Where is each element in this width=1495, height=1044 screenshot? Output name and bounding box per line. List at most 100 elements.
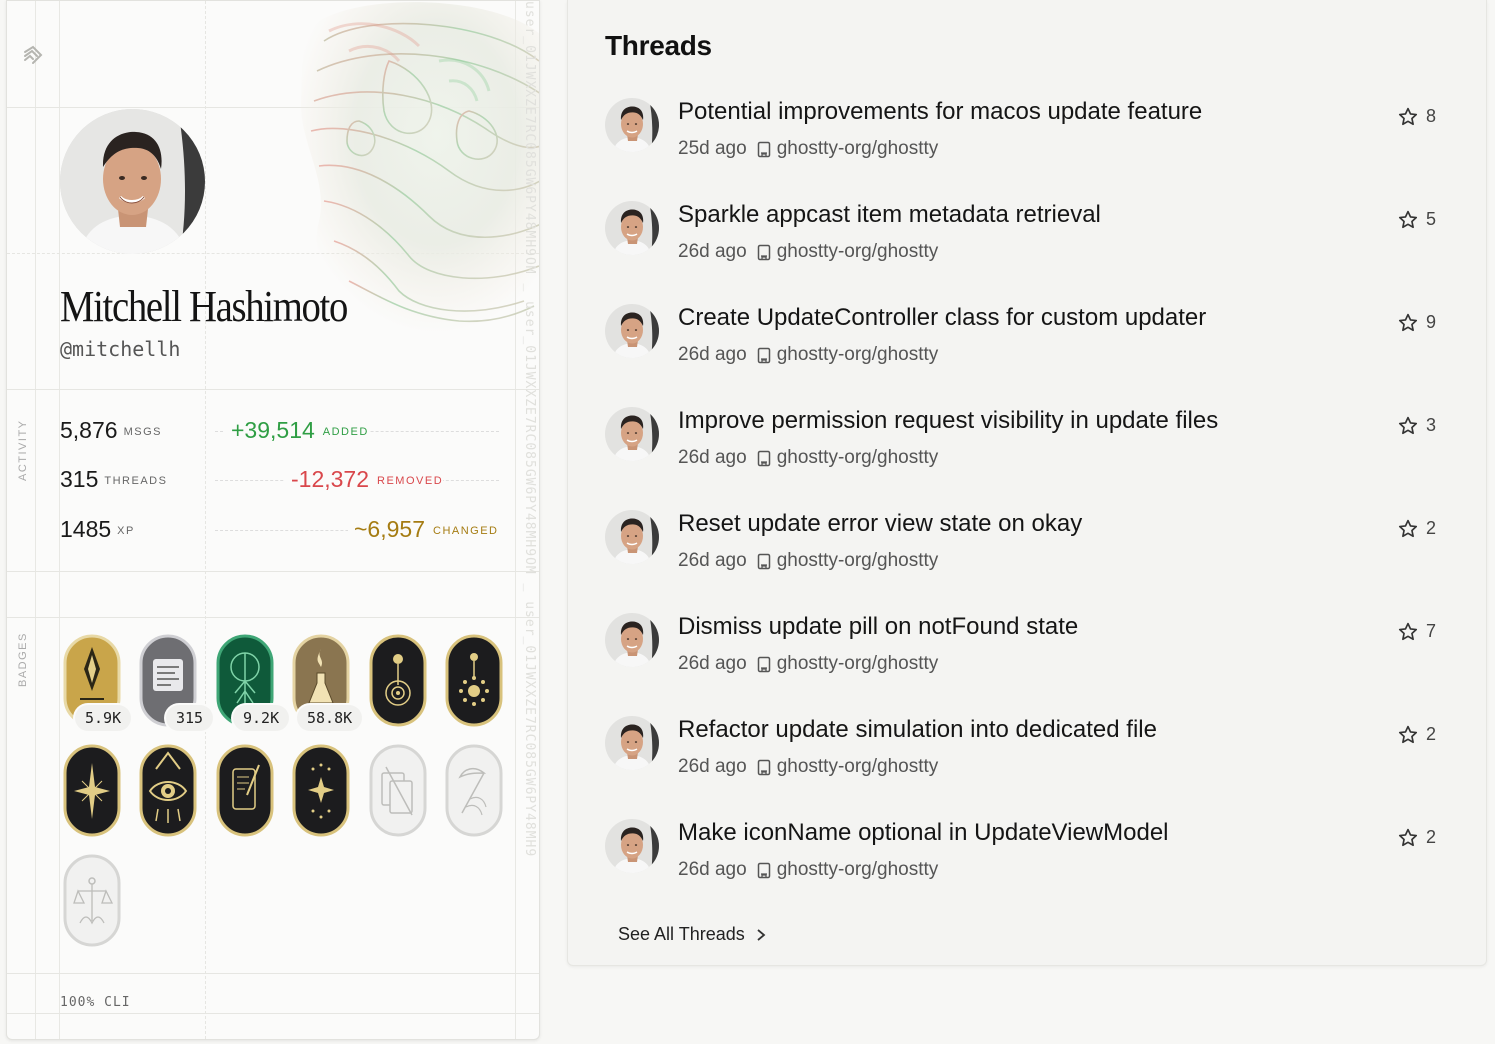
thread-item[interactable]: Sparkle appcast item metadata retrieval … xyxy=(605,201,1445,291)
star-icon[interactable] xyxy=(1397,724,1419,746)
black-sun-badge-icon[interactable] xyxy=(444,633,504,728)
cli-percentage: 100% CLI xyxy=(60,995,131,1010)
badge-count: 9.2K xyxy=(233,705,290,731)
locked-cards-badge-icon[interactable] xyxy=(368,743,428,838)
grid-line xyxy=(35,1,36,1039)
thread-meta: 26d ago ghostty-org/ghostty xyxy=(678,241,938,263)
black-moon-badge-icon[interactable] xyxy=(291,743,351,838)
gold-quill-badge-icon[interactable]: 5.9K xyxy=(62,633,132,731)
thread-age: 26d ago xyxy=(678,447,747,468)
repo-icon xyxy=(757,244,770,260)
star-icon[interactable] xyxy=(1397,209,1419,231)
threads-stat: 315 THREADS xyxy=(60,466,172,493)
thread-meta: 26d ago ghostty-org/ghostty xyxy=(678,653,938,675)
thread-title[interactable]: Refactor update simulation into dedicate… xyxy=(678,716,1157,744)
badge-count: 5.9K xyxy=(75,705,132,731)
see-all-threads-link[interactable]: See All Threads xyxy=(618,924,767,945)
thread-title[interactable]: Create UpdateController class for custom… xyxy=(678,304,1206,332)
profile-handle: @mitchellh xyxy=(60,337,181,361)
thread-item[interactable]: Dismiss update pill on notFound state 26… xyxy=(605,613,1445,703)
star-count: 9 xyxy=(1426,312,1437,332)
star-icon[interactable] xyxy=(1397,621,1419,643)
repo-icon xyxy=(757,656,770,672)
thread-title[interactable]: Make iconName optional in UpdateViewMode… xyxy=(678,819,1169,847)
black-eye-badge-icon[interactable] xyxy=(138,743,198,838)
thread-avatar xyxy=(605,510,659,564)
xp-stat: 1485 XP xyxy=(60,516,139,543)
star-icon[interactable] xyxy=(1397,827,1419,849)
repo-icon xyxy=(757,141,770,157)
thread-repo[interactable]: ghostty-org/ghostty xyxy=(777,653,939,675)
star-count: 5 xyxy=(1426,209,1437,229)
thread-item[interactable]: Reset update error view state on okay 26… xyxy=(605,510,1445,600)
thread-item[interactable]: Refactor update simulation into dedicate… xyxy=(605,716,1445,806)
thread-title[interactable]: Improve permission request visibility in… xyxy=(678,407,1218,435)
thread-avatar xyxy=(605,613,659,667)
thread-item[interactable]: Make iconName optional in UpdateViewMode… xyxy=(605,819,1445,909)
removed-stat: -12,372 REMOVED xyxy=(285,466,444,493)
repo-icon xyxy=(757,553,770,569)
thread-avatar xyxy=(605,716,659,770)
thread-age: 26d ago xyxy=(678,756,747,777)
black-star-badge-icon[interactable] xyxy=(62,743,122,838)
repo-icon xyxy=(757,862,770,878)
black-orbit-badge-icon[interactable] xyxy=(368,633,428,728)
thread-age: 25d ago xyxy=(678,138,747,159)
star-count: 2 xyxy=(1426,518,1437,538)
thread-avatar xyxy=(605,98,659,152)
profile-name: Mitchell Hashimoto xyxy=(60,282,348,331)
locked-scales-badge-icon[interactable] xyxy=(62,853,122,948)
star-icon[interactable] xyxy=(1397,106,1419,128)
thread-title[interactable]: Dismiss update pill on notFound state xyxy=(678,613,1078,641)
msgs-stat: 5,876 MSGS xyxy=(60,417,166,444)
thread-item[interactable]: Create UpdateController class for custom… xyxy=(605,304,1445,394)
star-count: 8 xyxy=(1426,106,1437,126)
thread-meta: 26d ago ghostty-org/ghostty xyxy=(678,447,938,469)
thread-title[interactable]: Reset update error view state on okay xyxy=(678,510,1082,538)
gold-flask-badge-icon[interactable]: 58.8K xyxy=(291,633,363,731)
badge-count: 315 xyxy=(166,705,214,731)
stat-row-xp: 1485 XP ~6,957 CHANGED xyxy=(60,516,509,546)
grid-line xyxy=(7,617,539,618)
thread-age: 26d ago xyxy=(678,550,747,571)
thread-title[interactable]: Sparkle appcast item metadata retrieval xyxy=(678,201,1101,229)
star-icon[interactable] xyxy=(1397,312,1419,334)
thread-repo[interactable]: ghostty-org/ghostty xyxy=(777,241,939,263)
thread-avatar xyxy=(605,201,659,255)
locked-scythe-badge-icon[interactable] xyxy=(444,743,504,838)
badges-section-label: BADGES xyxy=(17,632,29,687)
star-icon[interactable] xyxy=(1397,518,1419,540)
thread-title[interactable]: Potential improvements for macos update … xyxy=(678,98,1202,126)
green-tree-badge-icon[interactable]: 9.2K xyxy=(215,633,290,731)
thread-repo[interactable]: ghostty-org/ghostty xyxy=(777,138,939,160)
thread-repo[interactable]: ghostty-org/ghostty xyxy=(777,756,939,778)
thread-meta: 26d ago ghostty-org/ghostty xyxy=(678,550,938,572)
thread-age: 26d ago xyxy=(678,344,747,365)
star-count: 3 xyxy=(1426,415,1437,435)
thread-item[interactable]: Improve permission request visibility in… xyxy=(605,407,1445,497)
thread-repo[interactable]: ghostty-org/ghostty xyxy=(777,447,939,469)
logo-icon[interactable] xyxy=(21,43,45,67)
chevron-right-icon xyxy=(757,928,766,941)
star-icon[interactable] xyxy=(1397,415,1419,437)
thread-avatar xyxy=(605,819,659,873)
thread-repo[interactable]: ghostty-org/ghostty xyxy=(777,344,939,366)
star-count: 2 xyxy=(1426,827,1437,847)
user-id-watermark: user_01JWXXZE7RC085GW6PY48MH9OM _ user_0… xyxy=(522,1,537,858)
thread-repo[interactable]: ghostty-org/ghostty xyxy=(777,859,939,881)
thread-repo[interactable]: ghostty-org/ghostty xyxy=(777,550,939,572)
thread-age: 26d ago xyxy=(678,241,747,262)
threads-title: Threads xyxy=(605,30,712,61)
black-scroll-badge-icon[interactable] xyxy=(215,743,275,838)
thread-item[interactable]: Potential improvements for macos update … xyxy=(605,98,1445,188)
silver-terminal-badge-icon[interactable]: 315 xyxy=(138,633,214,731)
grid-line xyxy=(7,973,539,974)
thread-age: 26d ago xyxy=(678,859,747,880)
thread-meta: 26d ago ghostty-org/ghostty xyxy=(678,859,938,881)
thread-age: 26d ago xyxy=(678,653,747,674)
stat-row-threads: 315 THREADS -12,372 REMOVED xyxy=(60,466,509,496)
thread-meta: 26d ago ghostty-org/ghostty xyxy=(678,344,938,366)
star-count: 7 xyxy=(1426,621,1437,641)
grid-line xyxy=(7,389,539,390)
stat-row-msgs: 5,876 MSGS +39,514 ADDED xyxy=(60,417,509,447)
